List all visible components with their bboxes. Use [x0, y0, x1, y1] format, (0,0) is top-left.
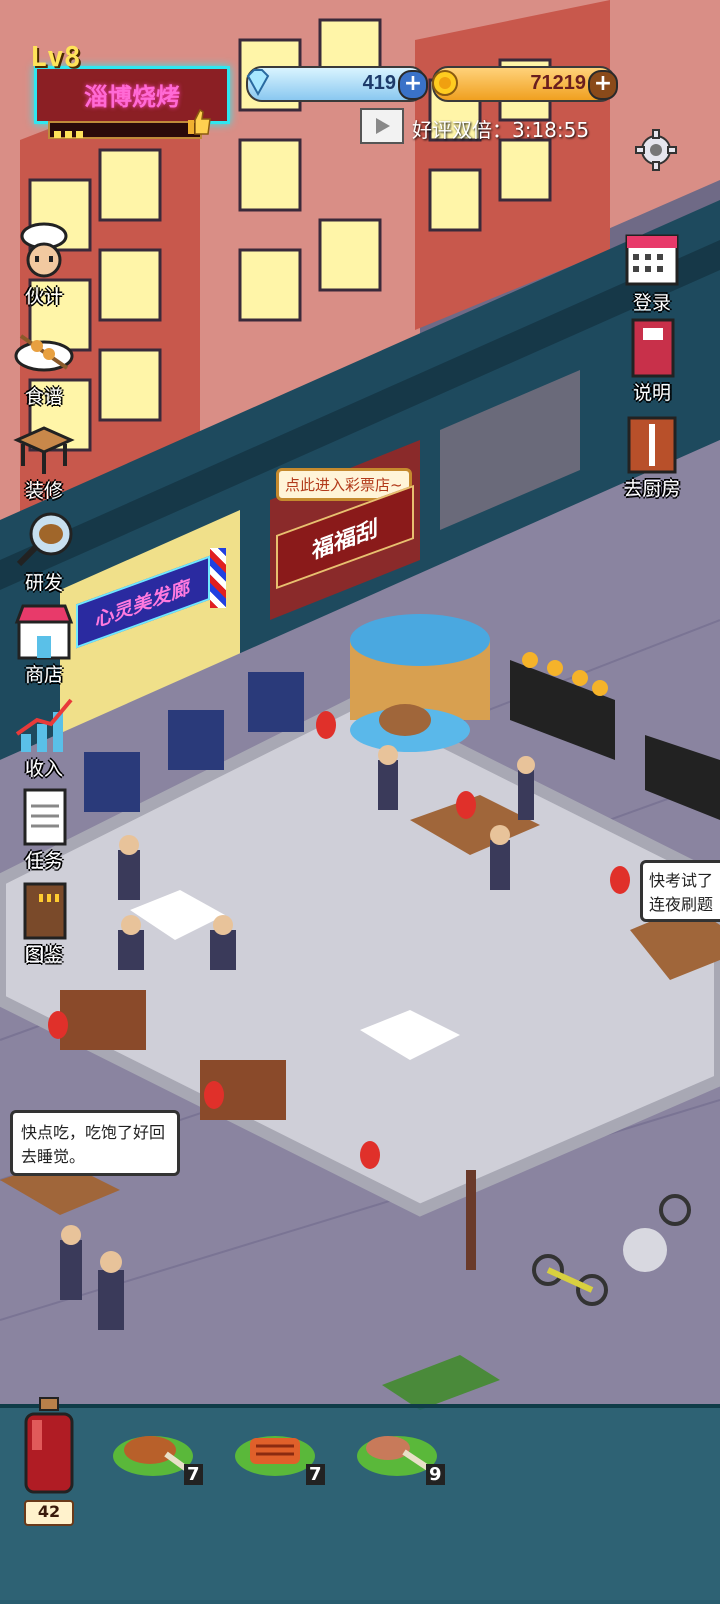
level-progress-bar — [48, 121, 202, 139]
task-icon — [23, 788, 67, 846]
menu-income-label: 收入 — [24, 758, 63, 780]
coin-count: 71219 — [530, 72, 586, 94]
menu-research[interactable]: 研发 — [4, 508, 84, 595]
add-coins-button[interactable]: + — [588, 70, 618, 100]
coin-icon — [432, 70, 458, 96]
gem-count: 419 — [362, 72, 396, 94]
coin-counter: 71219 + — [432, 66, 618, 102]
shop-name: 淄博烧烤 — [84, 83, 180, 111]
menu-shop[interactable]: 商店 — [4, 600, 84, 687]
handbook-icon — [23, 882, 67, 940]
barber-pole-icon — [210, 548, 226, 608]
sauce-bottle-icon[interactable] — [22, 1396, 76, 1496]
edge-speech-line2: 连夜刷题 — [649, 895, 714, 914]
research-icon — [16, 512, 73, 567]
menu-handbook-label: 图鉴 — [24, 944, 63, 966]
menu-instructions[interactable]: 说明 — [612, 318, 692, 405]
grilled-fish-count: 7 — [306, 1464, 325, 1485]
sauce-count: 42 — [24, 1500, 74, 1526]
menu-shop-label: 商店 — [24, 664, 63, 686]
level-label: Lv8 — [30, 40, 81, 73]
play-icon — [376, 118, 390, 134]
menu-research-label: 研发 — [24, 572, 63, 594]
menu-tasks[interactable]: 任务 — [4, 786, 84, 873]
customer-speech-text: 快点吃，吃饱了好回去睡觉。 — [21, 1123, 166, 1166]
menu-instructions-label: 说明 — [632, 382, 671, 404]
shop-icon — [14, 604, 74, 660]
add-gems-button[interactable]: + — [398, 70, 428, 100]
menu-login[interactable]: 登录 — [612, 228, 692, 315]
skewer-meat-count: 9 — [426, 1464, 445, 1485]
settings-gear-icon[interactable] — [634, 128, 678, 172]
roast-leg-count: 7 — [184, 1464, 203, 1485]
watch-video-button[interactable] — [360, 108, 404, 144]
menu-staff-label: 伙计 — [24, 286, 63, 308]
menu-decorate[interactable]: 装修 — [4, 416, 84, 503]
menu-tasks-label: 任务 — [24, 850, 63, 872]
menu-handbook[interactable]: 图鉴 — [4, 880, 84, 967]
menu-recipes-label: 食谱 — [24, 386, 63, 408]
menu-recipes[interactable]: 食谱 — [4, 322, 84, 409]
edge-speech-bubble: 快考试了 连夜刷题 — [640, 860, 720, 922]
double-reward-timer: 好评双倍：3:18:55 — [412, 118, 590, 142]
menu-login-label: 登录 — [632, 292, 671, 314]
customer-speech-bubble: 快点吃，吃饱了好回去睡觉。 — [10, 1110, 180, 1176]
menu-kitchen-label: 去厨房 — [623, 478, 681, 500]
door-icon — [627, 416, 677, 474]
calendar-icon — [625, 234, 679, 286]
menu-kitchen[interactable]: 去厨房 — [612, 414, 692, 501]
edge-speech-line1: 快考试了 — [649, 871, 714, 890]
chef-icon — [20, 222, 68, 278]
income-icon — [15, 698, 73, 752]
book-icon — [631, 318, 675, 378]
diamond-icon — [246, 69, 270, 97]
menu-staff[interactable]: 伙计 — [4, 222, 84, 309]
menu-decorate-label: 装修 — [24, 480, 63, 502]
menu-income[interactable]: 收入 — [4, 694, 84, 781]
decorate-icon — [13, 426, 75, 474]
gem-counter: 419 + — [246, 66, 428, 102]
recipe-icon — [14, 334, 74, 372]
thumbs-up-icon — [188, 108, 211, 135]
